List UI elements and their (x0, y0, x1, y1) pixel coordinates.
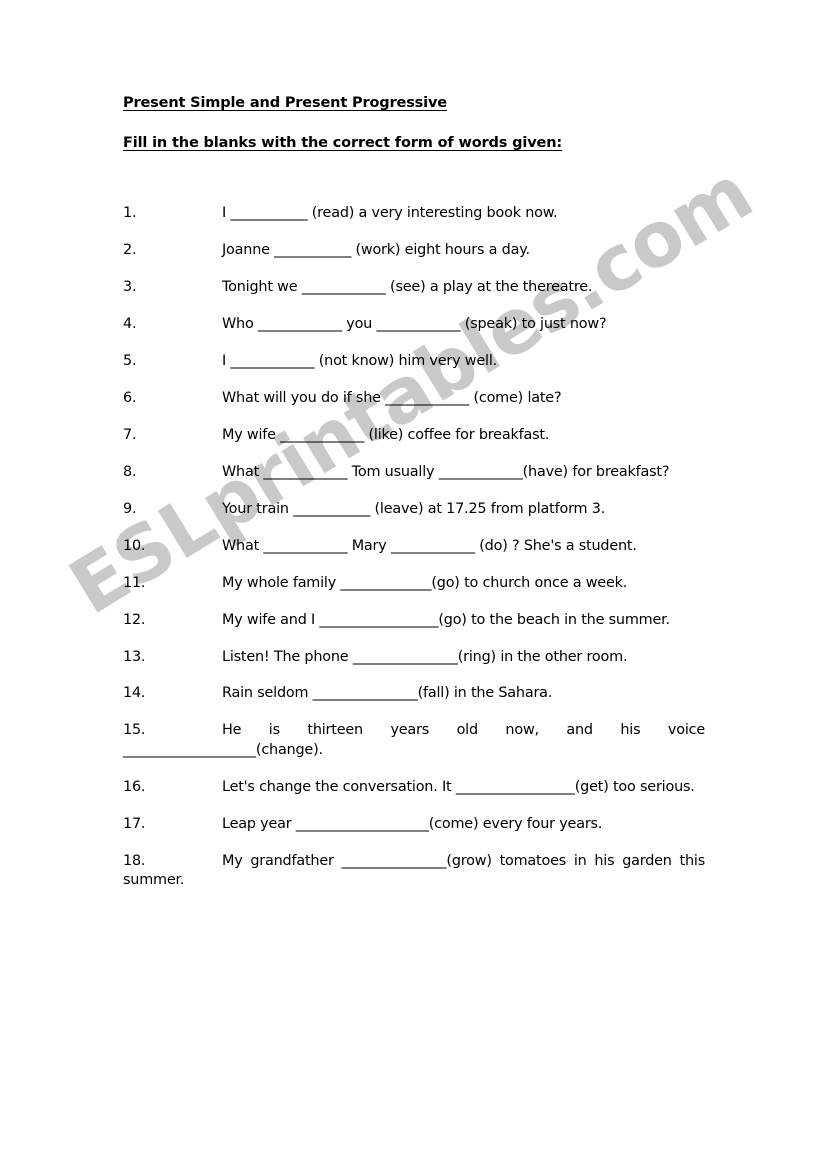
exercise-item-number: 1. (123, 205, 137, 222)
exercise-item: 13. Listen! The phone _______________(rin… (123, 648, 705, 667)
exercise-item-number: 18. (123, 852, 146, 869)
exercise-item-text[interactable]: My wife ____________ (like) coffee for b… (222, 427, 549, 443)
exercise-item: 17. Leap year ___________________(come) e… (123, 815, 705, 834)
exercise-item-text[interactable]: I ____________ (not know) him very well. (222, 353, 497, 369)
exercise-item-number: 5. (123, 353, 137, 369)
exercise-list: 1. I ___________ (read) a very interestin… (123, 204, 705, 890)
instructions-heading: Fill in the blanks with the correct form… (123, 135, 563, 152)
exercise-item-text[interactable]: Tonight we ____________ (see) a play at … (222, 279, 592, 295)
exercise-item-number: 12. (123, 611, 146, 628)
exercise-item-text[interactable]: Rain seldom _______________(fall) in the… (222, 685, 552, 701)
exercise-item-text[interactable]: Joanne ___________ (work) eight hours a … (222, 242, 530, 258)
exercise-item-text[interactable]: Who ____________ you ____________ (speak… (222, 316, 607, 332)
exercise-item-text[interactable]: Leap year ___________________(come) ever… (222, 816, 602, 832)
exercise-item-number: 2. (123, 242, 137, 259)
exercise-item: 18. My grandfather _______________(grow) … (123, 852, 705, 891)
exercise-item-text[interactable]: I ___________ (read) a very interesting … (222, 205, 558, 221)
exercise-item-text[interactable]: My wife and I _________________(go) to t… (222, 612, 670, 628)
exercise-item-text[interactable]: My whole family _____________(go) to chu… (222, 575, 627, 591)
exercise-item-number: 6. (123, 389, 137, 406)
exercise-item: 4. Who ____________ you ____________ (spe… (123, 315, 705, 334)
exercise-item: 16. Let's change the conversation. It ___… (123, 778, 705, 797)
page-title: Present Simple and Present Progressive (123, 95, 447, 111)
exercise-item-number: 13. (123, 648, 146, 665)
exercise-item: 7. My wife ____________ (like) coffee for… (123, 426, 705, 445)
exercise-item-number: 8. (123, 463, 137, 480)
exercise-item: 6. What will you do if she ____________ (… (123, 389, 705, 408)
exercise-item-number: 3. (123, 279, 137, 296)
exercise-item-number: 10. (123, 537, 146, 554)
exercise-item: 1. I ___________ (read) a very interestin… (123, 204, 705, 223)
exercise-item-number: 7. (123, 426, 137, 443)
exercise-item: 12. My wife and I _________________(go) t… (123, 611, 705, 630)
exercise-item-text[interactable]: Your train ___________ (leave) at 17.25 … (222, 501, 605, 517)
exercise-item: 15. He is thirteen years old now, and his… (123, 721, 705, 760)
exercise-item-number: 15. (123, 722, 146, 739)
exercise-item: 8. What ____________ Tom usually ________… (123, 463, 705, 482)
exercise-item: 10. What ____________ Mary ____________ (… (123, 537, 705, 556)
exercise-item: 9. Your train ___________ (leave) at 17.2… (123, 500, 705, 519)
exercise-item-number: 16. (123, 778, 146, 795)
exercise-item-number: 11. (123, 574, 146, 591)
exercise-item-text[interactable]: What ____________ Tom usually __________… (222, 464, 670, 480)
exercise-item: 5. I ____________ (not know) him very wel… (123, 352, 705, 371)
exercise-item: 14. Rain seldom _______________(fall) in … (123, 684, 705, 703)
worksheet-content: Present Simple and Present Progressive F… (123, 92, 705, 908)
exercise-item-number: 9. (123, 500, 137, 517)
exercise-item-text[interactable]: Let's change the conversation. It ______… (222, 779, 695, 795)
exercise-item-text[interactable]: What ____________ Mary ____________ (do)… (222, 538, 637, 554)
exercise-item: 3. Tonight we ____________ (see) a play a… (123, 278, 705, 297)
worksheet-page: Present Simple and Present Progressive F… (0, 0, 821, 1169)
exercise-item-text[interactable]: What will you do if she ____________ (co… (222, 390, 562, 406)
exercise-item: 2. Joanne ___________ (work) eight hours … (123, 241, 705, 260)
exercise-item-number: 4. (123, 316, 137, 333)
exercise-item-text[interactable]: Listen! The phone _______________(ring) … (222, 649, 628, 665)
exercise-item: 11. My whole family _____________(go) to … (123, 574, 705, 593)
exercise-item-number: 14. (123, 685, 146, 702)
exercise-item-number: 17. (123, 815, 146, 832)
